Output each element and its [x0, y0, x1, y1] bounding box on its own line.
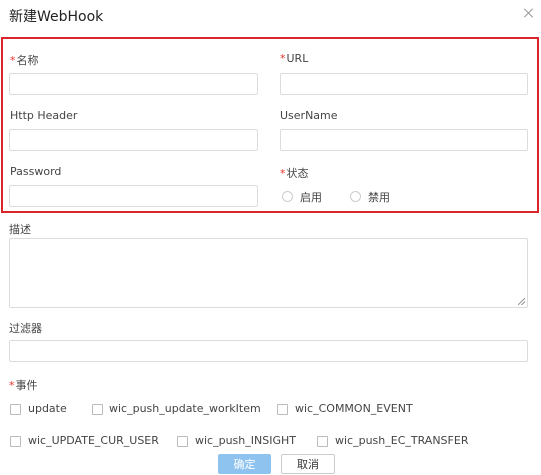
- event-checkbox-wic-push-update-workitem[interactable]: [92, 404, 103, 415]
- description-textarea[interactable]: [9, 238, 528, 308]
- event-checkbox-wic-update-cur-user[interactable]: [10, 436, 21, 447]
- events-label: *事件: [9, 379, 38, 392]
- cancel-button[interactable]: 取消: [281, 454, 335, 474]
- close-icon[interactable]: [523, 7, 535, 19]
- password-input[interactable]: [9, 185, 258, 207]
- status-label: *状态: [280, 167, 309, 180]
- http-header-input[interactable]: [9, 129, 258, 151]
- event-label-wic-push-ec-transfer[interactable]: wic_push_EC_TRANSFER: [335, 434, 468, 447]
- status-disable-radio[interactable]: [350, 191, 361, 202]
- url-input[interactable]: [280, 73, 528, 95]
- event-checkbox-update[interactable]: [10, 404, 21, 415]
- required-mark: *: [10, 54, 16, 67]
- dialog-title: 新建WebHook: [9, 9, 104, 25]
- description-label: 描述: [9, 223, 31, 236]
- url-label: *URL: [280, 52, 309, 65]
- confirm-button[interactable]: 确定: [218, 454, 271, 474]
- status-enable-label[interactable]: 启用: [300, 189, 322, 205]
- event-checkbox-wic-push-ec-transfer[interactable]: [317, 436, 328, 447]
- filter-input[interactable]: [9, 340, 528, 362]
- required-mark: *: [280, 52, 286, 65]
- event-label-update[interactable]: update: [28, 402, 67, 415]
- status-enable-radio[interactable]: [282, 191, 293, 202]
- required-mark: *: [280, 167, 286, 180]
- username-input[interactable]: [280, 129, 528, 151]
- event-label-wic-push-insight[interactable]: wic_push_INSIGHT: [195, 434, 296, 447]
- filter-label: 过滤器: [9, 322, 42, 335]
- username-label: UserName: [280, 109, 338, 122]
- http-header-label: Http Header: [10, 109, 78, 122]
- name-label: *名称: [10, 54, 39, 67]
- event-checkbox-wic-common-event[interactable]: [277, 404, 288, 415]
- required-mark: *: [9, 379, 15, 392]
- event-label-wic-update-cur-user[interactable]: wic_UPDATE_CUR_USER: [28, 434, 159, 447]
- status-disable-label[interactable]: 禁用: [368, 189, 390, 205]
- password-label: Password: [10, 165, 62, 178]
- event-checkbox-wic-push-insight[interactable]: [177, 436, 188, 447]
- resize-handle-icon[interactable]: [518, 298, 525, 305]
- name-input[interactable]: [9, 73, 258, 95]
- event-label-wic-push-update-workitem[interactable]: wic_push_update_workItem: [109, 402, 261, 415]
- event-label-wic-common-event[interactable]: wic_COMMON_EVENT: [295, 402, 413, 415]
